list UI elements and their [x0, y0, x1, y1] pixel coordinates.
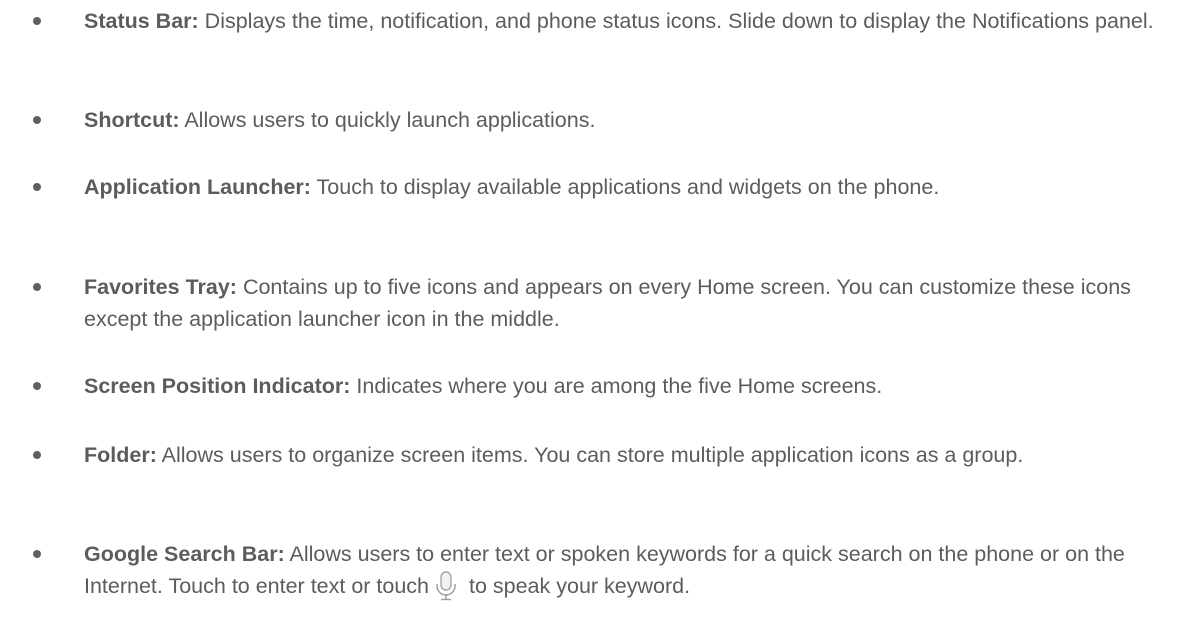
- list-item-term: Google Search Bar:: [84, 542, 285, 566]
- list-item-term: Application Launcher:: [84, 175, 311, 199]
- list-item-text: Folder: Allows users to organize screen …: [84, 439, 1164, 471]
- list-item-text: Application Launcher: Touch to display a…: [84, 171, 1164, 203]
- list-item-text: Google Search Bar: Allows users to enter…: [84, 538, 1164, 602]
- list-item-text: Screen Position Indicator: Indicates whe…: [84, 370, 1164, 402]
- bullet: [33, 283, 41, 291]
- list-item-description: Displays the time, notification, and pho…: [198, 9, 1154, 33]
- list-item-description: Allows users to quickly launch applicati…: [179, 108, 596, 132]
- list-item-description: Touch to display available applications …: [310, 175, 940, 199]
- list-item-description: Contains up to five icons and appears on…: [84, 275, 1131, 331]
- bullet: [33, 382, 41, 390]
- bullet: [33, 116, 41, 124]
- bullet: [33, 183, 41, 191]
- list-item-description-end: to speak your keyword.: [463, 574, 691, 598]
- list-item-term: Shortcut:: [84, 108, 180, 132]
- list-item-text: Shortcut: Allows users to quickly launch…: [84, 104, 1164, 136]
- list-item-text: Status Bar: Displays the time, notificat…: [84, 5, 1164, 37]
- list-item-term: Favorites Tray:: [84, 275, 237, 299]
- list-item-term: Status Bar:: [84, 9, 199, 33]
- list-item-description: Allows users to organize screen items. Y…: [156, 443, 1024, 467]
- list-item-term: Screen Position Indicator:: [84, 374, 351, 398]
- list-item-text: Favorites Tray: Contains up to five icon…: [84, 271, 1164, 335]
- bullet: [33, 17, 41, 25]
- list-item-description: Indicates where you are among the five H…: [350, 374, 883, 398]
- microphone-icon: [436, 571, 456, 601]
- bullet: [33, 550, 41, 558]
- list-item-term: Folder:: [84, 443, 157, 467]
- bullet: [33, 451, 41, 459]
